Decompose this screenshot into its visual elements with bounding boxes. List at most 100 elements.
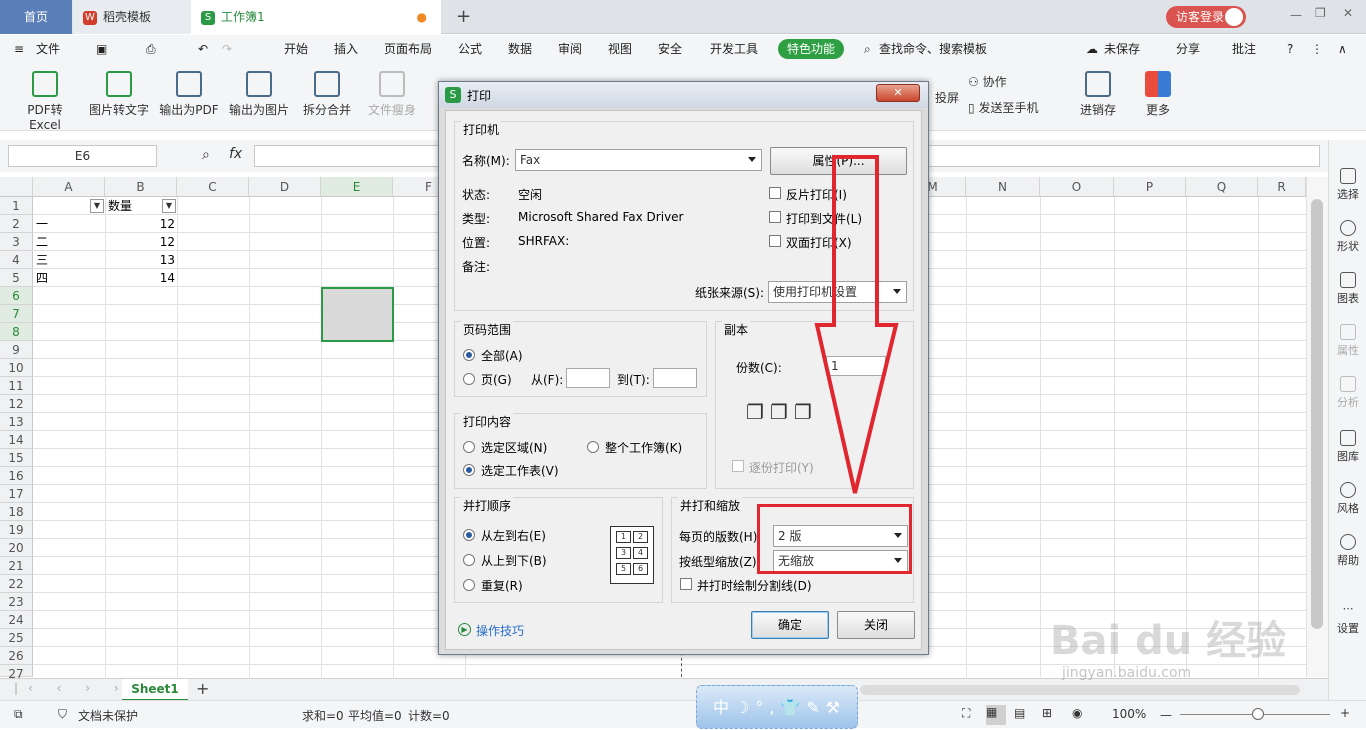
horizontal-scrollbar[interactable] — [860, 685, 1300, 695]
draw-divider-checkbox[interactable] — [680, 578, 692, 590]
column-header[interactable]: C — [177, 177, 249, 197]
row-header[interactable]: 23 — [0, 593, 33, 611]
split-merge-button[interactable]: 拆分合并 — [296, 69, 358, 118]
select-all-corner[interactable] — [0, 177, 33, 197]
sheet-tab[interactable]: Sheet1 — [122, 679, 188, 701]
row-header[interactable]: 22 — [0, 575, 33, 593]
screen-cast-button[interactable]: 投屏 — [930, 89, 964, 106]
login-button[interactable]: 访客登录 — [1166, 6, 1246, 28]
column-header[interactable]: A — [33, 177, 105, 197]
cell-a2[interactable]: 一 — [36, 215, 48, 233]
row-header[interactable]: 3 — [0, 233, 33, 251]
close-icon[interactable]: ✕ — [1343, 6, 1353, 20]
comment-button[interactable]: 批注 — [1232, 35, 1256, 63]
menu-data[interactable]: 数据 — [508, 35, 532, 63]
repeat-radio[interactable] — [463, 579, 475, 591]
column-header[interactable]: R — [1258, 177, 1306, 197]
minimize-icon[interactable]: — — [1290, 8, 1302, 22]
hamburger-icon[interactable]: ≡ — [14, 35, 24, 63]
panel-shape[interactable]: 形状 — [1329, 220, 1366, 254]
column-header[interactable]: B — [105, 177, 177, 197]
menu-devtools[interactable]: 开发工具 — [710, 35, 758, 63]
filter-dropdown-icon[interactable]: ▼ — [162, 199, 176, 213]
selection-radio[interactable] — [463, 441, 475, 453]
name-box[interactable]: E6 — [8, 145, 157, 167]
restore-icon[interactable]: ❐ — [1315, 6, 1326, 20]
cell-a5[interactable]: 四 — [36, 269, 48, 287]
ttb-radio[interactable] — [463, 554, 475, 566]
duplex-checkbox[interactable] — [769, 235, 781, 247]
column-header[interactable]: O — [1040, 177, 1114, 197]
column-header[interactable]: N — [966, 177, 1040, 197]
row-header[interactable]: 20 — [0, 539, 33, 557]
row-header[interactable]: 9 — [0, 341, 33, 359]
split-view-icon[interactable]: ⊞ — [1042, 706, 1052, 720]
dialog-close-icon[interactable]: ✕ — [876, 84, 920, 102]
cell-b1[interactable]: 数量 — [108, 197, 132, 215]
from-spinner[interactable] — [566, 368, 610, 388]
reverse-print-checkbox[interactable] — [769, 187, 781, 199]
undo-icon[interactable]: ↶ — [198, 35, 208, 63]
selected-sheet-radio[interactable] — [463, 464, 475, 476]
help-icon[interactable]: ? — [1287, 35, 1293, 63]
column-header[interactable]: D — [249, 177, 321, 197]
range-all-radio[interactable] — [463, 349, 475, 361]
row-header[interactable]: 24 — [0, 611, 33, 629]
export-image-button[interactable]: 输出为图片 — [226, 69, 292, 118]
scroll-thumb[interactable] — [1311, 199, 1323, 629]
collab-button[interactable]: ⚇ 协作 — [968, 73, 1007, 90]
row-header[interactable]: 1 — [0, 197, 33, 215]
row-header[interactable]: 5 — [0, 269, 33, 287]
status-icon[interactable]: ⧉ — [14, 707, 23, 722]
cell-b2[interactable]: 12 — [105, 215, 175, 233]
cell-a4[interactable]: 三 — [36, 251, 48, 269]
menu-security[interactable]: 安全 — [658, 35, 682, 63]
new-tab-button[interactable]: + — [456, 6, 471, 27]
tab-workbook[interactable]: S 工作簿1 ● — [191, 0, 441, 34]
eye-icon[interactable]: ◉ — [1072, 706, 1082, 720]
row-header[interactable]: 4 — [0, 251, 33, 269]
tips-link[interactable]: 操作技巧 — [476, 622, 524, 639]
panel-chart[interactable]: 图表 — [1329, 272, 1366, 306]
file-menu[interactable]: 文件 — [36, 35, 60, 63]
row-header[interactable]: 2 — [0, 215, 33, 233]
collapse-icon[interactable]: ∧ — [1338, 35, 1347, 63]
filter-dropdown-icon[interactable]: ▼ — [90, 199, 104, 213]
zoom-out-icon[interactable]: — — [1160, 708, 1172, 722]
zoom-in-icon[interactable]: + — [1340, 706, 1350, 720]
share-button[interactable]: 分享 — [1176, 35, 1200, 63]
unsaved-button[interactable]: 未保存 — [1104, 35, 1140, 63]
fx-icon[interactable]: fx — [229, 146, 242, 162]
more-icon[interactable]: ⋮ — [1311, 35, 1323, 63]
cell-a3[interactable]: 二 — [36, 233, 48, 251]
menu-insert[interactable]: 插入 — [334, 35, 358, 63]
row-header[interactable]: 10 — [0, 359, 33, 377]
row-header[interactable]: 27 — [0, 665, 33, 681]
print-icon[interactable]: ⎙ — [146, 35, 156, 63]
page-view-icon[interactable]: ▤ — [1014, 706, 1025, 720]
tab-home[interactable]: 首页 — [0, 0, 72, 34]
column-header[interactable]: Q — [1186, 177, 1258, 197]
ltr-radio[interactable] — [463, 529, 475, 541]
ime-toolbar[interactable]: 中☽°,👕✎⚒ — [696, 685, 858, 729]
zoom-thumb[interactable] — [1252, 708, 1264, 720]
row-header[interactable]: 12 — [0, 395, 33, 413]
menu-special[interactable]: 特色功能 — [778, 39, 845, 59]
printer-select[interactable]: Fax — [515, 149, 762, 171]
row-header[interactable]: 26 — [0, 647, 33, 665]
selected-range[interactable] — [321, 287, 394, 342]
panel-style[interactable]: 风格 — [1329, 482, 1366, 516]
panel-select[interactable]: 选择 — [1329, 168, 1366, 202]
protect-status[interactable]: 文档未保护 — [78, 707, 138, 724]
column-header[interactable]: P — [1114, 177, 1186, 197]
menu-review[interactable]: 审阅 — [558, 35, 582, 63]
more-button[interactable]: 更多 — [1140, 69, 1176, 118]
vertical-scrollbar[interactable] — [1306, 177, 1328, 677]
cell-b3[interactable]: 12 — [105, 233, 175, 251]
menu-layout[interactable]: 页面布局 — [384, 35, 432, 63]
zoom-icon[interactable]: ⌕ — [202, 147, 210, 163]
row-header[interactable]: 18 — [0, 503, 33, 521]
normal-view-icon[interactable]: ▦ — [986, 705, 1006, 725]
inventory-button[interactable]: 进销存 — [1075, 69, 1121, 118]
print-to-file-checkbox[interactable] — [769, 211, 781, 223]
